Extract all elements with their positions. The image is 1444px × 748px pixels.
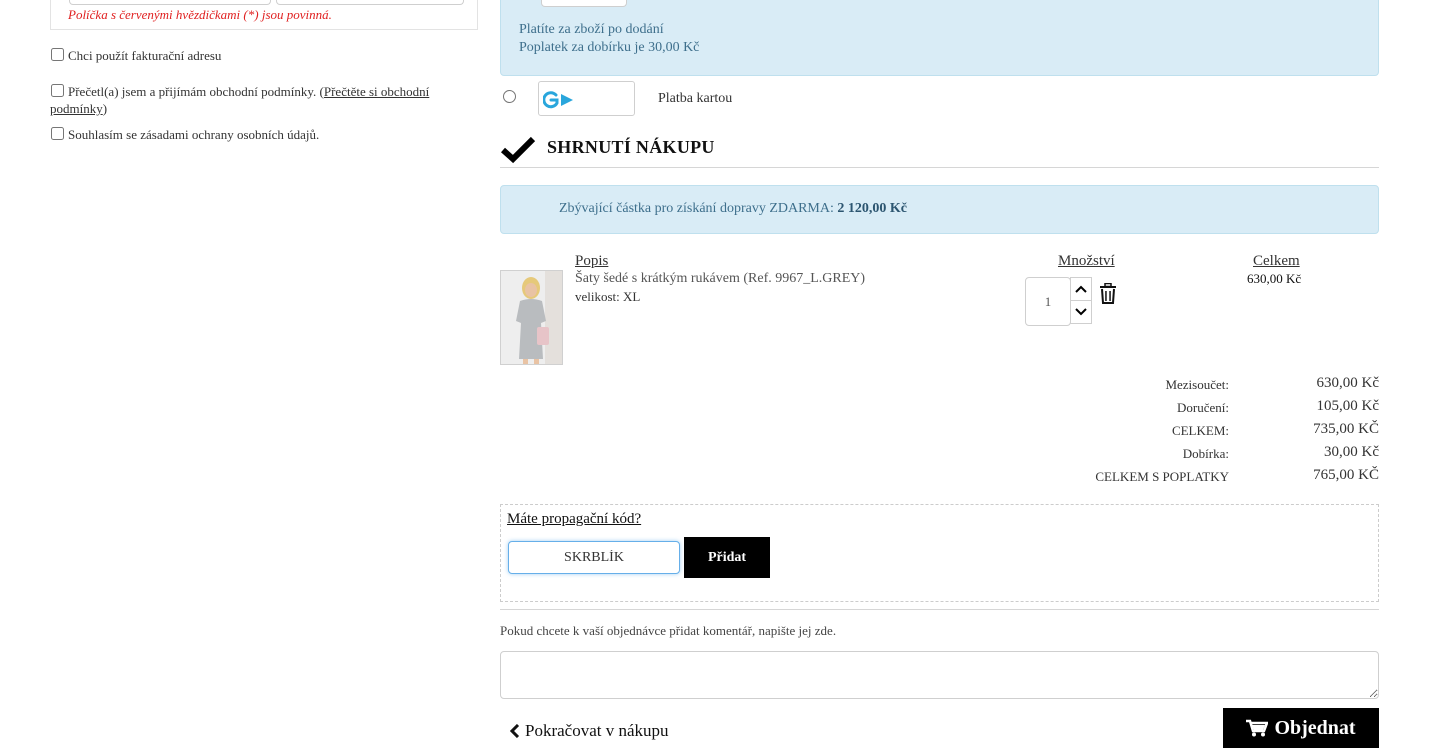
billing-address-row[interactable]: Chci použít fakturační adresu [50, 47, 221, 64]
privacy-label: Souhlasím se zásadami ochrany osobních ú… [68, 127, 320, 142]
free-shipping-label: Zbývající částka pro získání dopravy ZDA… [559, 201, 834, 216]
comment-hint: Pokud chcete k vaší objednávce přidat ko… [500, 623, 837, 638]
trash-icon[interactable] [1099, 282, 1117, 309]
column-description: Popis [575, 253, 609, 269]
billing-address-checkbox[interactable] [51, 48, 64, 61]
terms-checkbox[interactable] [51, 84, 64, 97]
gopay-logo-icon[interactable] [538, 81, 635, 116]
promo-code-toggle[interactable]: Máte propagační kód? [507, 511, 641, 528]
payment-logo-stub [541, 0, 627, 7]
product-name[interactable]: Šaty šedé s krátkým rukávem (Ref. 9967_L… [575, 271, 865, 287]
card-payment-radio[interactable] [503, 90, 516, 103]
place-order-button[interactable]: Objednat [1223, 708, 1379, 748]
cod-fee-value: 30,00 Kč [1324, 444, 1379, 460]
privacy-row[interactable]: Souhlasím se zásadami ochrany osobních ú… [50, 126, 319, 143]
subtotal-value: 630,00 Kč [1316, 375, 1380, 391]
chevron-down-icon [1075, 308, 1087, 316]
terms-row: Přečetl(a) jsem a přijímám obchodní podm… [50, 83, 460, 117]
add-promo-button[interactable]: Přidat [684, 537, 770, 578]
free-shipping-amount: 2 120,00 Kč [837, 201, 907, 216]
terms-label: Přečetl(a) jsem a přijímám obchodní podm… [68, 84, 317, 99]
cod-payment-panel [500, 0, 1379, 76]
divider [500, 609, 1379, 610]
product-size: velikost: XL [575, 289, 641, 304]
product-image[interactable] [500, 270, 563, 365]
quantity-input[interactable] [1025, 277, 1071, 326]
column-quantity: Množství [1058, 253, 1115, 269]
place-order-label: Objednat [1274, 716, 1356, 739]
quantity-decrease-button[interactable] [1070, 300, 1092, 324]
cod-description: Platíte za zboží po dodání [519, 22, 664, 37]
shipping-value: 105,00 Kč [1316, 398, 1380, 414]
terms-paren: ) [102, 101, 108, 116]
divider [500, 167, 1379, 168]
privacy-checkbox[interactable] [51, 127, 64, 140]
continue-shopping-link[interactable]: Pokračovat v nákupu [510, 721, 669, 741]
checkmark-icon [500, 136, 536, 169]
card-payment-label: Platba kartou [658, 91, 733, 106]
required-fields-note: Políčka s červenými hvězdičkami (*) jsou… [68, 7, 332, 22]
summary-title: SHRNUTÍ NÁKUPU [547, 137, 715, 157]
total-value: 735,00 KČ [1313, 421, 1379, 437]
column-total: Celkem [1253, 253, 1300, 269]
grand-total-value: 765,00 KČ [1313, 467, 1379, 483]
free-shipping-text: Zbývající částka pro získání dopravy ZDA… [559, 201, 907, 217]
promo-code-input[interactable] [508, 541, 680, 574]
chevron-left-icon [510, 724, 520, 738]
order-comment-textarea[interactable] [500, 651, 1379, 699]
cart-icon [1246, 719, 1269, 737]
form-field-stub[interactable] [276, 0, 464, 5]
chevron-up-icon [1075, 285, 1087, 293]
quantity-increase-button[interactable] [1070, 277, 1092, 301]
line-total: 630,00 Kč [1247, 271, 1302, 286]
continue-shopping-label: Pokračovat v nákupu [525, 721, 669, 740]
cod-fee: Poplatek za dobírku je 30,00 Kč [519, 40, 700, 55]
form-field-stub[interactable] [69, 0, 271, 5]
billing-address-label: Chci použít fakturační adresu [68, 48, 222, 63]
